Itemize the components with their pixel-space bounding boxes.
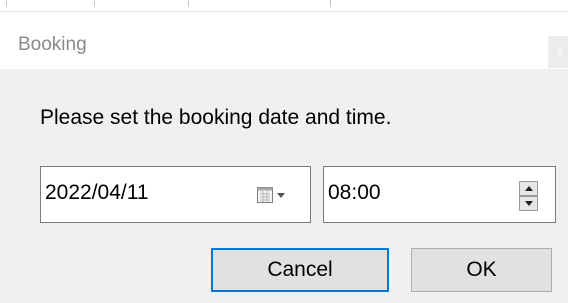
time-spinner (519, 181, 538, 211)
cancel-button[interactable]: Cancel (211, 248, 389, 292)
background-divider (94, 0, 95, 7)
close-icon: x (557, 44, 563, 58)
time-picker[interactable]: 08:00 (323, 166, 556, 223)
time-decrement-button[interactable] (519, 196, 538, 211)
spin-up-icon (525, 186, 533, 191)
time-increment-button[interactable] (519, 181, 538, 196)
background-divider (188, 0, 189, 7)
date-value[interactable]: 2022/04/11 (45, 181, 149, 205)
date-picker[interactable]: 2022/04/11 (40, 166, 311, 223)
dialog-titlebar: Booking x (0, 14, 568, 69)
background-divider (0, 11, 568, 12)
booking-dialog: Booking x Please set the booking date an… (0, 14, 568, 303)
dialog-title: Booking (18, 34, 87, 55)
background-divider (6, 0, 7, 7)
screen: Booking x Please set the booking date an… (0, 0, 568, 303)
ok-button[interactable]: OK (411, 248, 552, 292)
background-window-edge (0, 0, 568, 14)
spin-down-icon (525, 201, 533, 206)
calendar-dropdown-icon (257, 187, 285, 203)
prompt-label: Please set the booking date and time. (40, 106, 392, 129)
close-button[interactable]: x (548, 36, 568, 68)
calendar-dropdown-button[interactable] (255, 185, 295, 207)
time-value[interactable]: 08:00 (328, 181, 381, 205)
background-divider (330, 0, 331, 7)
